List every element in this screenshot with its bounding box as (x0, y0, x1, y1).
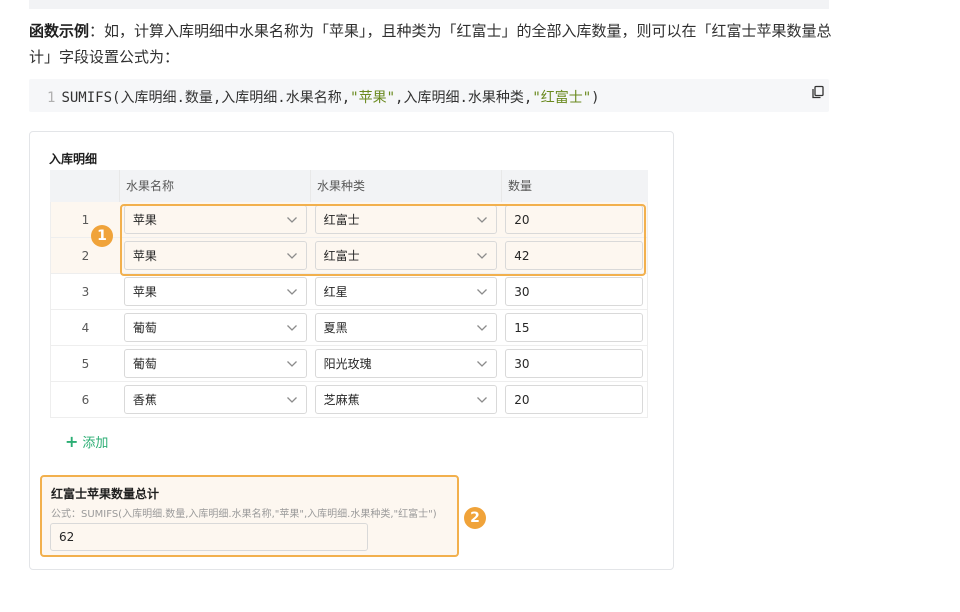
chevron-down-icon (476, 249, 488, 263)
example-label: 函数示例 (29, 22, 90, 40)
fruit-type-select[interactable]: 芝麻蕉 (314, 385, 498, 414)
subform-title: 入库明细 (49, 152, 98, 166)
chevron-down-icon (476, 321, 488, 335)
fruit-type-select[interactable]: 红富士 (314, 205, 498, 234)
chevron-down-icon (286, 321, 298, 335)
row-index: 5 (81, 356, 90, 371)
code-part-2: ,入库明细.水果种类, (395, 90, 533, 106)
add-row-button[interactable]: + 添加 (65, 432, 108, 451)
table-row: 5 葡萄 阳光玫瑰 30 (50, 346, 648, 382)
chevron-down-icon (286, 249, 298, 263)
table-row: 6 香蕉 芝麻蕉 20 (50, 382, 648, 418)
total-field: 红富士苹果数量总计 公式：SUMIFS(入库明细.数量,入库明细.水果名称,"苹… (40, 475, 459, 557)
quantity-input[interactable]: 42 (505, 241, 644, 270)
header-index (50, 170, 120, 202)
code-block: 1 SUMIFS(入库明细.数量,入库明细.水果名称,"苹果",入库明细.水果种类… (29, 79, 829, 112)
fruit-name-select[interactable]: 苹果 (123, 241, 307, 270)
fruit-type-select[interactable]: 红富士 (314, 241, 498, 270)
row-index: 2 (81, 248, 90, 263)
add-row-label: 添加 (82, 436, 109, 451)
fruit-name-select[interactable]: 苹果 (123, 277, 307, 306)
row-index: 1 (81, 212, 90, 227)
table-row: 4 葡萄 夏黑 15 (50, 310, 648, 346)
code-block-top-edge (29, 0, 829, 9)
quantity-input[interactable]: 30 (505, 349, 644, 378)
chevron-down-icon (286, 285, 298, 299)
fruit-name-select[interactable]: 葡萄 (123, 349, 307, 378)
fruit-type-select[interactable]: 阳光玫瑰 (314, 349, 498, 378)
fruit-name-value: 香蕉 (132, 393, 157, 407)
fruit-name-value: 苹果 (132, 213, 157, 227)
chevron-down-icon (286, 213, 298, 227)
chevron-down-icon (476, 357, 488, 371)
row-index: 6 (81, 392, 90, 407)
fruit-name-value: 葡萄 (132, 321, 157, 335)
fruit-type-value: 夏黑 (323, 321, 348, 335)
plus-icon: + (65, 431, 79, 451)
code-string-1: "苹果" (350, 90, 396, 106)
header-fruit-name: 水果名称 (120, 170, 311, 202)
step-badge-2: 2 (464, 507, 486, 529)
fruit-type-select[interactable]: 夏黑 (314, 313, 498, 342)
table-header: 水果名称 水果种类 数量 (50, 170, 648, 202)
code-part-1: SUMIFS(入库明细.数量,入库明细.水果名称, (61, 90, 351, 106)
table-row: 3 苹果 红星 30 (50, 274, 648, 310)
fruit-type-select[interactable]: 红星 (314, 277, 498, 306)
fruit-name-select[interactable]: 苹果 (123, 205, 307, 234)
fruit-name-value: 葡萄 (132, 357, 157, 371)
fruit-type-value: 阳光玫瑰 (323, 357, 372, 371)
function-example-description: 函数示例：如，计算入库明细中水果名称为「苹果」，且种类为「红富士」的全部入库数量… (29, 18, 839, 70)
code-part-3: ) (591, 90, 600, 106)
code-string-2: "红富士" (532, 90, 592, 106)
fruit-name-select[interactable]: 葡萄 (123, 313, 307, 342)
quantity-input[interactable]: 20 (505, 385, 644, 414)
copy-icon[interactable] (811, 85, 825, 99)
code-line: 1 SUMIFS(入库明细.数量,入库明细.水果名称,"苹果",入库明细.水果种类… (47, 87, 600, 107)
fruit-name-select[interactable]: 香蕉 (123, 385, 307, 414)
total-field-value[interactable]: 62 (50, 523, 368, 551)
chevron-down-icon (476, 393, 488, 407)
header-fruit-type: 水果种类 (311, 170, 502, 202)
example-text: ：如，计算入库明细中水果名称为「苹果」，且种类为「红富士」的全部入库数量，则可以… (29, 22, 832, 66)
subform-table: 水果名称 水果种类 数量 1 苹果 红富士 20 2 苹果 红富士 42 3 苹果 红星 30 4 葡萄夏… (50, 170, 648, 418)
quantity-input[interactable]: 30 (505, 277, 644, 306)
chevron-down-icon (286, 357, 298, 371)
fruit-type-value: 芝麻蕉 (323, 393, 360, 407)
quantity-input[interactable]: 15 (505, 313, 644, 342)
row-index: 3 (81, 284, 90, 299)
chevron-down-icon (286, 393, 298, 407)
fruit-type-value: 红星 (323, 285, 348, 299)
row-index: 4 (81, 320, 90, 335)
fruit-type-value: 红富士 (323, 249, 360, 263)
fruit-name-value: 苹果 (132, 285, 157, 299)
fruit-type-value: 红富士 (323, 213, 360, 227)
chevron-down-icon (476, 285, 488, 299)
step-badge-1: 1 (91, 225, 113, 247)
quantity-input[interactable]: 20 (505, 205, 644, 234)
total-field-formula: 公式：SUMIFS(入库明细.数量,入库明细.水果名称,"苹果",入库明细.水果… (51, 509, 437, 520)
form-preview-card: 入库明细 水果名称 水果种类 数量 1 苹果 红富士 20 2 苹果 红富士 42 3 苹果 红星 3… (29, 131, 674, 570)
total-field-label: 红富士苹果数量总计 (51, 487, 160, 501)
table-row: 2 苹果 红富士 42 (50, 238, 648, 274)
chevron-down-icon (476, 213, 488, 227)
line-number: 1 (47, 90, 56, 106)
header-quantity: 数量 (508, 179, 533, 193)
fruit-name-value: 苹果 (132, 249, 157, 263)
table-row: 1 苹果 红富士 20 (50, 202, 648, 238)
